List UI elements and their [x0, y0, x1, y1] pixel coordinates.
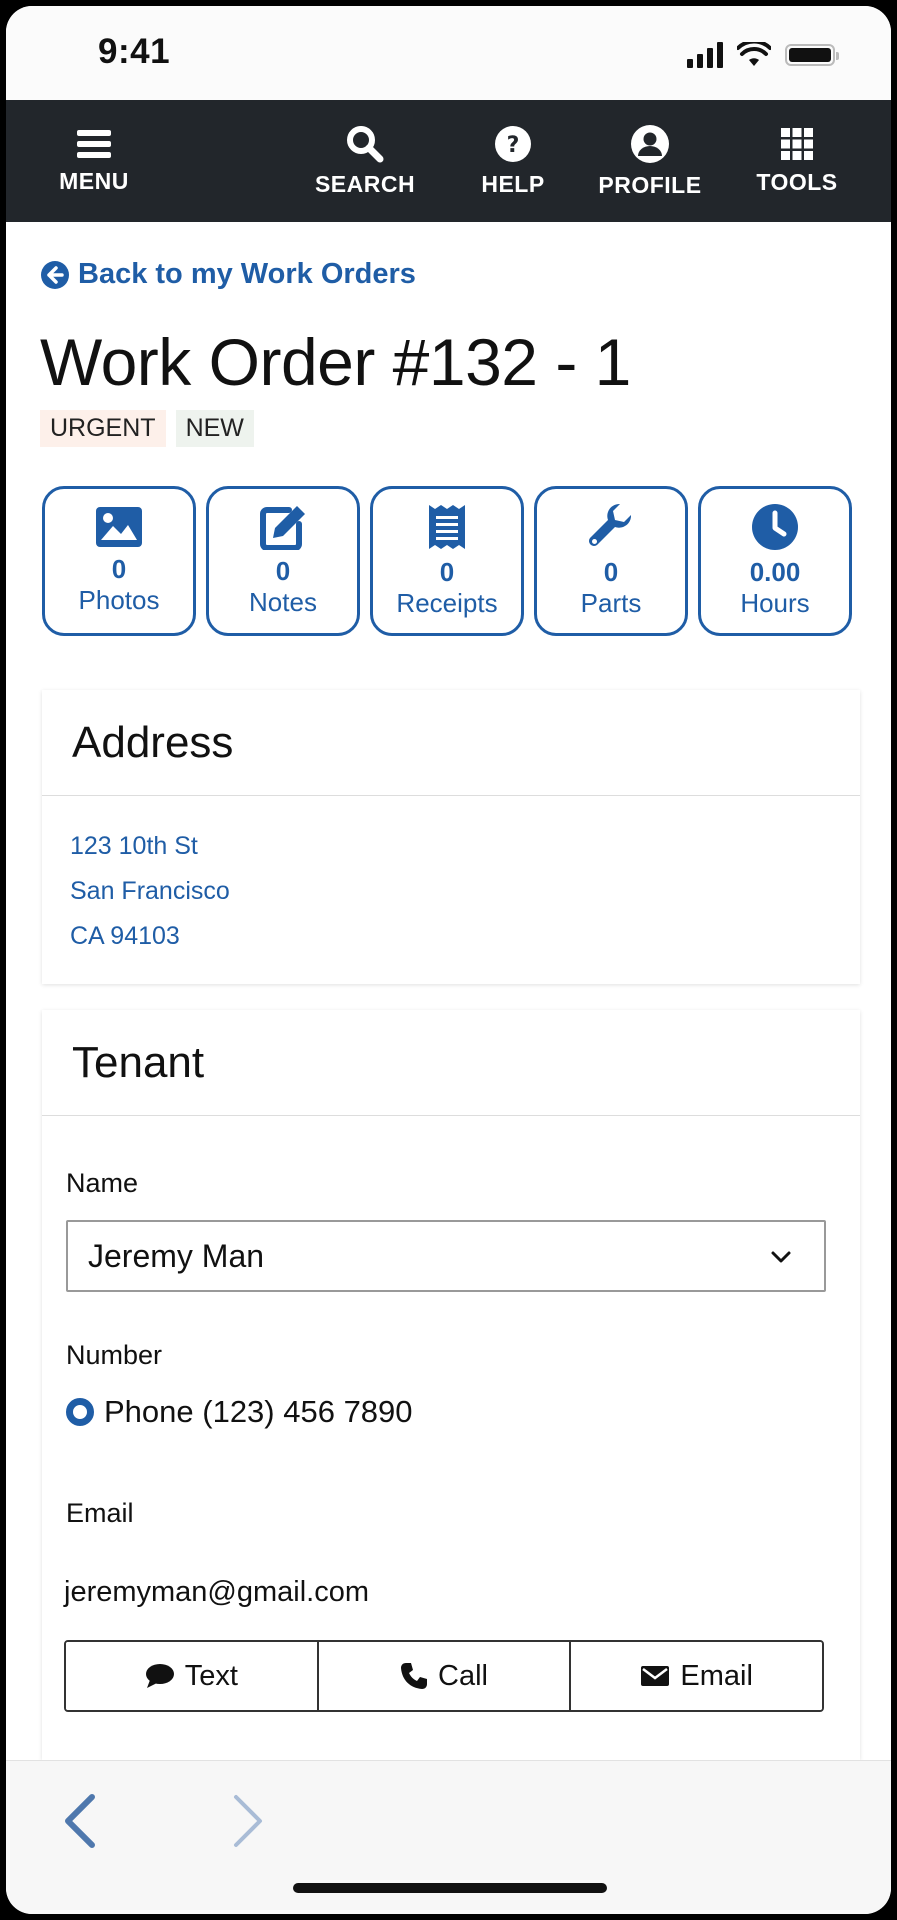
address-line-street: 123 10th St: [70, 832, 198, 860]
nav-help[interactable]: ? HELP: [468, 100, 558, 222]
photos-tile[interactable]: 0 Photos: [42, 486, 196, 636]
status-badges: URGENT NEW: [40, 410, 254, 447]
status-time: 9:41: [98, 32, 171, 71]
parts-label: Parts: [580, 588, 642, 618]
summary-tiles: 0 Photos 0 Notes 0 Receipts 0 Parts 0.00…: [42, 486, 862, 638]
notes-label: Notes: [249, 587, 317, 617]
search-icon: [347, 125, 384, 162]
address-heading: Address: [42, 690, 860, 796]
text-button-label: Text: [184, 1659, 238, 1692]
nav-menu[interactable]: MENU: [44, 100, 144, 222]
phone-screen: 9:41 MENU SEARCH ? HELP PROFILE TOOLS Ba…: [6, 6, 891, 1914]
arrow-left-circle-icon: [41, 260, 69, 289]
back-to-work-orders-link[interactable]: Back to my Work Orders: [40, 258, 416, 291]
name-label: Name: [66, 1168, 139, 1198]
nav-tools[interactable]: TOOLS: [744, 100, 850, 222]
email-value: jeremyman@gmail.com: [64, 1576, 370, 1608]
receipts-label: Receipts: [396, 588, 498, 618]
nav-menu-label: MENU: [59, 167, 129, 194]
phone-radio[interactable]: [66, 1398, 94, 1426]
hours-label: Hours: [740, 588, 810, 618]
wifi-icon: [737, 42, 771, 66]
home-indicator[interactable]: [293, 1883, 607, 1893]
image-icon: [96, 507, 142, 547]
hamburger-icon: [77, 129, 111, 158]
signal-icon: [687, 42, 723, 68]
email-button-label: Email: [680, 1659, 753, 1692]
address-line-state-zip: CA 94103: [70, 922, 180, 950]
status-icons: [687, 40, 839, 70]
photos-label: Photos: [78, 585, 160, 615]
receipt-icon: [429, 505, 465, 549]
hours-count: 0.00: [749, 557, 801, 587]
nav-profile[interactable]: PROFILE: [590, 100, 710, 222]
phone-text: Phone (123) 456 7890: [104, 1394, 413, 1429]
phone-icon: [401, 1663, 428, 1689]
browser-toolbar: [6, 1760, 891, 1914]
urgent-badge: URGENT: [40, 410, 166, 447]
email-label: Email: [66, 1498, 134, 1528]
user-circle-icon: [631, 124, 669, 163]
tenant-name-value: Jeremy Man: [88, 1237, 265, 1274]
address-lines[interactable]: 123 10th St San Francisco CA 94103: [42, 796, 860, 975]
contact-actions: Text Call Email: [64, 1640, 824, 1712]
parts-count: 0: [603, 557, 619, 587]
forward-arrow-icon[interactable]: [226, 1791, 270, 1851]
number-label: Number: [66, 1340, 163, 1370]
new-badge: NEW: [175, 410, 254, 447]
edit-icon: [260, 506, 305, 550]
back-arrow-icon[interactable]: [58, 1791, 102, 1851]
call-button[interactable]: Call: [316, 1642, 570, 1710]
receipts-count: 0: [439, 557, 455, 587]
help-icon: ?: [495, 125, 531, 162]
envelope-icon: [641, 1666, 670, 1686]
nav-tools-label: TOOLS: [756, 168, 838, 195]
tenant-heading: Tenant: [42, 1010, 860, 1116]
text-button[interactable]: Text: [66, 1642, 317, 1710]
nav-profile-label: PROFILE: [598, 171, 702, 198]
tenant-card: Tenant Name Jeremy Man Number Phone (123…: [42, 1010, 860, 1760]
call-button-label: Call: [438, 1659, 488, 1692]
phone-option[interactable]: Phone (123) 456 7890: [66, 1394, 413, 1430]
chat-bubble-icon: [145, 1664, 174, 1688]
receipts-tile[interactable]: 0 Receipts: [370, 486, 524, 636]
parts-tile[interactable]: 0 Parts: [534, 486, 688, 636]
status-bar: 9:41: [6, 6, 891, 100]
tenant-body: Name Jeremy Man Number Phone (123) 456 7…: [42, 1116, 860, 1756]
hours-tile[interactable]: 0.00 Hours: [698, 486, 852, 636]
notes-tile[interactable]: 0 Notes: [206, 486, 360, 636]
grid-icon: [781, 127, 813, 160]
nav-search[interactable]: SEARCH: [304, 100, 426, 222]
email-button[interactable]: Email: [569, 1642, 822, 1710]
top-nav: MENU SEARCH ? HELP PROFILE TOOLS: [6, 100, 891, 222]
clock-icon: [752, 504, 798, 550]
address-line-city: San Francisco: [70, 877, 230, 905]
address-card: Address 123 10th St San Francisco CA 941…: [42, 690, 860, 984]
photos-count: 0: [111, 554, 127, 584]
battery-icon: [785, 44, 839, 66]
notes-count: 0: [275, 556, 291, 586]
page-title: Work Order #132 - 1: [40, 325, 631, 399]
nav-search-label: SEARCH: [314, 170, 416, 197]
nav-help-label: HELP: [481, 170, 545, 197]
tenant-name-select[interactable]: Jeremy Man: [66, 1220, 826, 1292]
svg-text:?: ?: [507, 133, 520, 158]
chevron-down-icon: [771, 1251, 791, 1263]
back-link-label: Back to my Work Orders: [78, 258, 416, 290]
wrench-icon: [589, 503, 632, 546]
